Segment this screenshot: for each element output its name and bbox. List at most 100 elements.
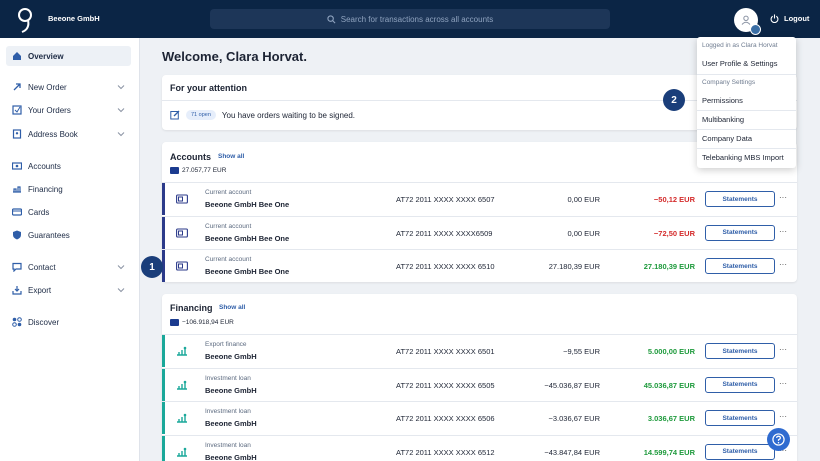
row-iban: AT72 2011 XXXX XXXX 6506 [396, 414, 495, 423]
row-name: Beeone GmbH [205, 352, 257, 361]
menu-item-profile[interactable]: User Profile & Settings [702, 59, 777, 68]
financing-icon [176, 380, 188, 390]
row-accent-bar [162, 183, 165, 215]
statements-button[interactable]: Statements [705, 376, 775, 393]
more-options-icon[interactable]: ··· [779, 260, 787, 269]
divider [697, 129, 796, 130]
sidebar-item-address-book[interactable]: Address Book [6, 124, 131, 144]
sidebar-item-label: New Order [28, 82, 67, 92]
sidebar-item-label: Guarantees [28, 230, 70, 240]
sidebar-item-cards[interactable]: Cards [6, 202, 131, 222]
accounts-icon [12, 161, 22, 171]
logout-button[interactable]: Logout [770, 14, 809, 23]
sidebar-item-discover[interactable]: Discover [6, 312, 131, 332]
accounts-show-all-link[interactable]: Show all [218, 153, 244, 160]
row-iban: AT72 2011 XXXX XXXX 6512 [396, 447, 495, 457]
cards-icon [12, 207, 22, 217]
row-name: Beeone GmbH Bee One [205, 267, 290, 276]
more-options-icon[interactable]: ··· [779, 345, 787, 354]
more-options-icon[interactable]: ··· [779, 379, 787, 388]
financing-total-value: −106.918,94 EUR [182, 319, 234, 326]
chevron-down-icon[interactable] [117, 130, 125, 138]
help-icon [772, 433, 785, 446]
row-type: Current account [205, 222, 252, 230]
help-button[interactable] [767, 428, 790, 451]
sidebar-item-accounts[interactable]: Accounts [6, 156, 131, 176]
account-icon [176, 227, 188, 238]
chevron-down-icon[interactable] [117, 286, 125, 294]
row-name: Beeone GmbH Bee One [205, 200, 290, 209]
more-options-icon[interactable]: ··· [779, 412, 787, 421]
discover-icon [12, 317, 22, 327]
sidebar-item-guarantees[interactable]: Guarantees [6, 225, 131, 245]
row-type: Export finance [205, 341, 247, 348]
row-name: Beeone GmbH [205, 452, 257, 461]
table-row[interactable]: Investment loan Beeone GmbH AT72 2011 XXXX… [162, 434, 797, 461]
financing-show-all-link[interactable]: Show all [219, 304, 245, 311]
company-name: Beeone GmbH [48, 14, 100, 23]
statements-button[interactable]: Statements [705, 258, 775, 274]
row-type: Current account [205, 256, 252, 263]
menu-item-permissions[interactable]: Permissions [702, 96, 743, 105]
attention-message[interactable]: 71 open You have orders waiting to be si… [170, 110, 355, 120]
row-balance: 0,00 EUR [567, 195, 600, 204]
row-balance: −9,55 EUR [563, 347, 600, 356]
divider [697, 148, 796, 149]
search-input[interactable]: Search for transactions across all accou… [210, 9, 610, 29]
chevron-down-icon[interactable] [117, 263, 125, 271]
row-balance: −3.036,67 EUR [548, 414, 601, 423]
sidebar: Overview New Order Your Orders Address B… [0, 38, 140, 461]
row-name: Beeone GmbH Bee One [205, 233, 290, 243]
sidebar-item-your-orders[interactable]: Your Orders [6, 100, 131, 120]
chevron-down-icon[interactable] [117, 83, 125, 91]
row-balance: −45.036,87 EUR [544, 380, 600, 390]
financing-total: −106.918,94 EUR [170, 319, 234, 326]
row-available: 14.599,74 EUR [643, 447, 695, 457]
row-type: Investment loan [205, 441, 251, 449]
table-row[interactable]: Current account Beeone GmbH Bee One AT72 2… [162, 249, 797, 282]
sidebar-item-overview[interactable]: Overview [6, 46, 131, 66]
statements-button[interactable]: Statements [705, 443, 775, 460]
arrow-icon [12, 82, 22, 92]
sidebar-item-label: Contact [28, 262, 56, 272]
financing-icon [176, 447, 188, 457]
more-options-icon[interactable]: ··· [779, 193, 787, 202]
table-row[interactable]: Investment loan Beeone GmbH AT72 2011 XXXX… [162, 401, 797, 434]
table-row[interactable]: Investment loan Beeone GmbH AT72 2011 XXXX… [162, 367, 797, 401]
sidebar-item-export[interactable]: Export [6, 280, 131, 300]
statements-button[interactable]: Statements [705, 343, 775, 359]
menu-item-company-data[interactable]: Company Data [702, 134, 752, 143]
logout-label: Logout [784, 14, 810, 23]
row-balance: −43.847,84 EUR [544, 447, 600, 457]
table-row[interactable]: Current account Beeone GmbH Bee One AT72 2… [162, 182, 797, 215]
accounts-total: 27.057,77 EUR [170, 167, 226, 174]
sidebar-item-financing[interactable]: Financing [6, 179, 131, 199]
menu-item-multibanking[interactable]: Multibanking [702, 115, 744, 124]
logo-icon[interactable] [14, 7, 36, 33]
row-accent-bar [162, 435, 165, 461]
divider [697, 110, 796, 111]
statements-button[interactable]: Statements [705, 224, 775, 241]
user-avatar-button[interactable] [734, 8, 761, 35]
table-row[interactable]: Current account Beeone GmbH Bee One AT72 2… [162, 215, 797, 249]
sidebar-item-label: Address Book [28, 129, 78, 139]
row-available: −72,50 EUR [653, 228, 695, 238]
chat-icon [12, 262, 22, 272]
sidebar-item-new-order[interactable]: New Order [6, 77, 131, 97]
statements-button[interactable]: Statements [705, 410, 775, 426]
table-row[interactable]: Export finance Beeone GmbH AT72 2011 XXXX … [162, 334, 797, 367]
row-balance: 0,00 EUR [567, 228, 600, 238]
chevron-down-icon[interactable] [117, 106, 125, 114]
accounts-title: Accounts [170, 152, 212, 162]
attention-title: For your attention [170, 83, 247, 93]
row-balance: 27.180,39 EUR [548, 262, 600, 271]
statements-button[interactable]: Statements [705, 191, 775, 207]
menu-item-telebanking[interactable]: Telebanking MBS Import [702, 153, 784, 162]
row-iban: AT72 2011 XXXX XXXX 6505 [396, 380, 495, 390]
sidebar-item-contact[interactable]: Contact [6, 257, 131, 277]
row-iban: AT72 2011 XXXX XXXX 6501 [396, 347, 495, 356]
more-options-icon[interactable]: ··· [779, 227, 787, 236]
row-accent-bar [162, 368, 165, 401]
financing-icon [176, 413, 188, 423]
divider [697, 74, 796, 75]
